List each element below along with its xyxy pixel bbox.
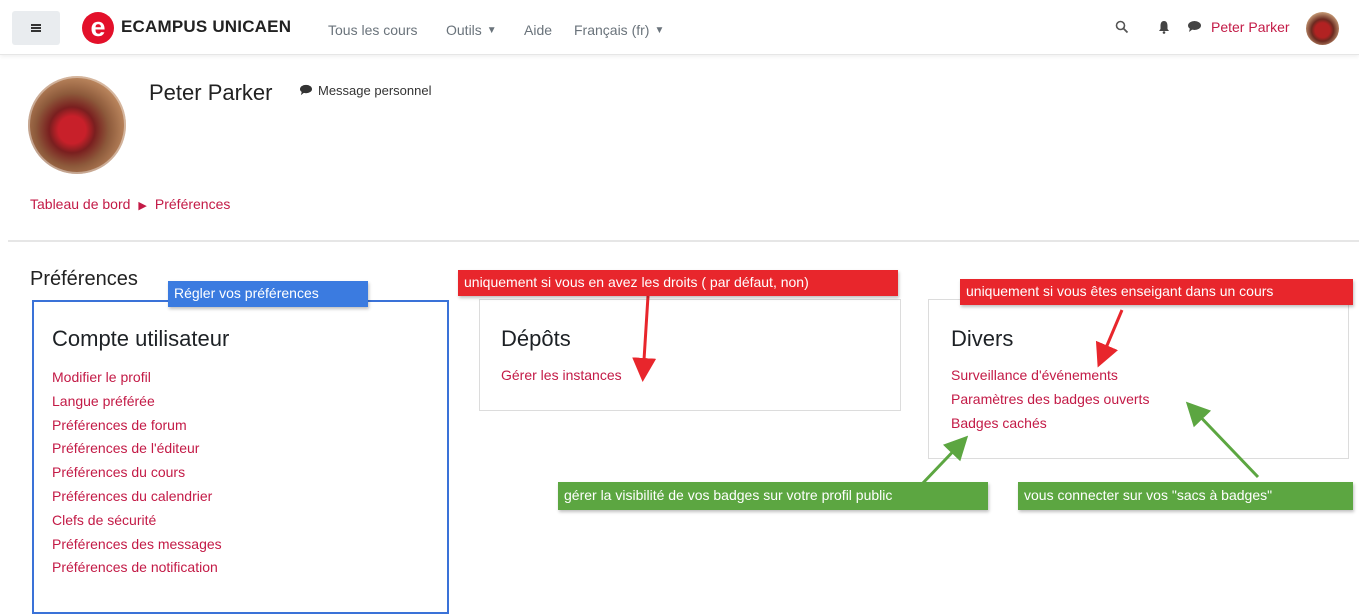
green-arrow-open-badges <box>1185 401 1260 479</box>
green-arrow-hidden-badges <box>920 435 969 486</box>
annotation-teacher-only: uniquement si vous êtes enseigant dans u… <box>960 279 1353 305</box>
red-arrow-depots <box>632 295 657 382</box>
annotation-set-preferences: Régler vos préférences <box>168 281 368 307</box>
red-arrow-divers <box>1095 309 1124 368</box>
annotation-badge-visibility: gérer la visibilité de vos badges sur vo… <box>558 482 988 510</box>
annotation-rights-only: uniquement si vous en avez les droits ( … <box>458 270 898 296</box>
annotation-badge-backpacks: vous connecter sur vos "sacs à badges" <box>1018 482 1353 510</box>
